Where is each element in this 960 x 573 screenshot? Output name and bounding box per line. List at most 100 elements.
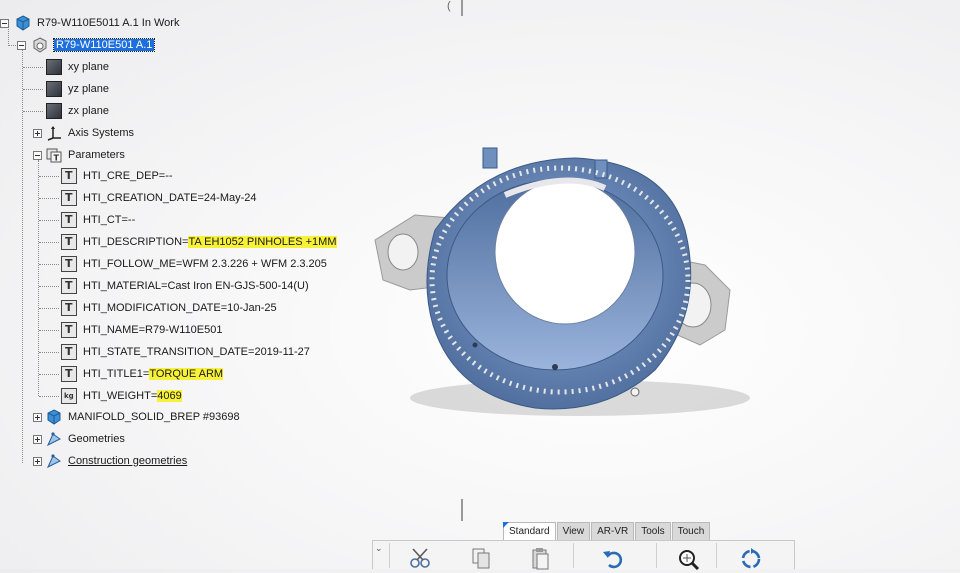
text-parameter-icon bbox=[61, 366, 77, 382]
panel-splitter-bottom[interactable] bbox=[461, 499, 463, 521]
expand-toggle[interactable] bbox=[33, 434, 42, 444]
small-hole bbox=[472, 342, 478, 348]
parameters-folder-icon: T bbox=[46, 147, 62, 163]
parameter-label: HTI_MODIFICATION_DATE=10-Jan-25 bbox=[83, 302, 277, 314]
tree-brep[interactable]: MANIFOLD_SOLID_BREP #93698 bbox=[33, 407, 240, 427]
parameter-label: HTI_CT=-- bbox=[83, 214, 136, 226]
parameter-label: HTI_DESCRIPTION=TA EH1052 PINHOLES +1MM bbox=[83, 236, 337, 248]
parameter-item[interactable]: HTI_CT=-- bbox=[61, 210, 135, 230]
plane-icon bbox=[46, 81, 62, 97]
text-parameter-icon bbox=[61, 212, 77, 228]
text-parameter-icon bbox=[61, 344, 77, 360]
tree-yz-plane[interactable]: yz plane bbox=[46, 79, 109, 99]
tree-part-node[interactable]: R79-W110E501 A.1 bbox=[17, 35, 156, 55]
parameter-item[interactable]: HTI_MODIFICATION_DATE=10-Jan-25 bbox=[61, 298, 277, 318]
parameter-label: HTI_WEIGHT=4069 bbox=[83, 390, 182, 402]
tree-axis-systems[interactable]: Axis Systems bbox=[33, 123, 134, 143]
tree-line bbox=[38, 160, 39, 396]
parameter-item[interactable]: HTI_CRE_DEP=-- bbox=[61, 166, 173, 186]
standard-toolbar: ⌄ bbox=[372, 540, 795, 571]
toolbar-separator bbox=[656, 543, 657, 568]
tree-xy-plane[interactable]: xy plane bbox=[46, 57, 109, 77]
tree-label: Geometries bbox=[68, 433, 125, 445]
active-tab-marker bbox=[503, 522, 509, 528]
parameter-item[interactable]: HTI_TITLE1=TORQUE ARM bbox=[61, 364, 224, 384]
parameter-item[interactable]: HTI_STATE_TRANSITION_DATE=2019-11-27 bbox=[61, 342, 310, 362]
cut-icon bbox=[410, 548, 430, 568]
tree-label: Axis Systems bbox=[68, 127, 135, 139]
parameter-label: HTI_MATERIAL=Cast Iron EN-GJS-500-14(U) bbox=[83, 280, 309, 292]
tree-root-node[interactable]: R79-W110E5011 A.1 In Work bbox=[0, 13, 179, 33]
zoom-fit-icon bbox=[679, 550, 700, 571]
expand-toggle[interactable] bbox=[33, 128, 42, 138]
parameter-value-highlighted: TA EH1052 PINHOLES +1MM bbox=[188, 236, 337, 248]
tree-zx-plane[interactable]: zx plane bbox=[46, 101, 109, 121]
paste-button[interactable] bbox=[527, 546, 555, 570]
tree-label: Construction geometries bbox=[68, 455, 188, 467]
text-parameter-icon bbox=[61, 190, 77, 206]
torque-arm-model bbox=[374, 147, 750, 416]
tree-line bbox=[23, 111, 43, 112]
part-icon bbox=[32, 37, 48, 53]
collapse-toggle[interactable] bbox=[17, 40, 26, 50]
collapse-toggle[interactable] bbox=[0, 18, 9, 28]
undo-button[interactable] bbox=[599, 546, 627, 570]
geometrical-set-icon bbox=[46, 453, 62, 469]
tab-standard[interactable]: Standard bbox=[503, 522, 556, 541]
expand-toggle[interactable] bbox=[33, 412, 42, 422]
weight-parameter-icon bbox=[61, 388, 77, 404]
parameter-item[interactable]: HTI_MATERIAL=Cast Iron EN-GJS-500-14(U) bbox=[61, 276, 309, 296]
panel-splitter-top[interactable] bbox=[461, 0, 463, 16]
plane-label: xy plane bbox=[68, 61, 109, 73]
text-parameter-icon bbox=[61, 322, 77, 338]
tab-view[interactable]: View bbox=[556, 522, 591, 541]
scroll-arc-icon: ( bbox=[447, 0, 451, 12]
solid-body-icon bbox=[46, 409, 62, 425]
3d-viewport[interactable] bbox=[355, 140, 755, 440]
parameter-value-highlighted: 4069 bbox=[157, 390, 182, 402]
text-parameter-icon bbox=[61, 234, 77, 250]
parameter-item[interactable]: HTI_FOLLOW_ME=WFM 2.3.226 + WFM 2.3.205 bbox=[61, 254, 327, 274]
tree-root-label: R79-W110E5011 A.1 In Work bbox=[37, 17, 180, 29]
small-hole bbox=[552, 364, 558, 370]
product-icon bbox=[15, 15, 31, 31]
tree-geometries[interactable]: Geometries bbox=[33, 429, 125, 449]
svg-text:T: T bbox=[54, 154, 60, 163]
parameter-item[interactable]: HTI_NAME=R79-W110E501 bbox=[61, 320, 223, 340]
text-parameter-icon bbox=[61, 300, 77, 316]
tab-ar-vr[interactable]: AR-VR bbox=[591, 522, 635, 541]
cut-button[interactable] bbox=[407, 546, 435, 570]
parameter-key: HTI_DESCRIPTION= bbox=[83, 236, 189, 248]
paste-icon bbox=[532, 548, 549, 570]
parameter-item[interactable]: HTI_DESCRIPTION=TA EH1052 PINHOLES +1MM bbox=[61, 232, 337, 252]
undo-icon bbox=[603, 551, 623, 569]
chevron-down-icon[interactable]: ⌄ bbox=[375, 543, 385, 553]
plane-label: yz plane bbox=[68, 83, 109, 95]
tree-construction-geometries[interactable]: Construction geometries bbox=[33, 451, 187, 471]
zoom-fit-button[interactable] bbox=[675, 546, 703, 571]
copy-button[interactable] bbox=[467, 546, 495, 570]
left-pinhole bbox=[387, 233, 419, 271]
tree-label: Parameters bbox=[68, 149, 125, 161]
small-hole bbox=[630, 387, 640, 397]
parameter-value-highlighted: TORQUE ARM bbox=[149, 368, 224, 380]
text-parameter-icon bbox=[61, 256, 77, 272]
parameter-label: HTI_TITLE1=TORQUE ARM bbox=[83, 368, 224, 380]
tree-line bbox=[23, 67, 43, 68]
center-hole bbox=[494, 179, 636, 325]
parameter-item[interactable]: HTI_WEIGHT=4069 bbox=[61, 386, 182, 406]
tree-parameters[interactable]: T Parameters bbox=[33, 145, 125, 165]
toolbar-separator bbox=[716, 543, 717, 568]
tree-part-label: R79-W110E501 A.1 bbox=[52, 38, 156, 52]
refresh-button[interactable] bbox=[737, 546, 765, 570]
tab-tools[interactable]: Tools bbox=[635, 522, 671, 541]
parameter-key: HTI_WEIGHT= bbox=[83, 390, 158, 402]
plane-icon bbox=[46, 59, 62, 75]
expand-toggle[interactable] bbox=[33, 456, 42, 466]
text-parameter-icon bbox=[61, 278, 77, 294]
collapse-toggle[interactable] bbox=[33, 150, 42, 160]
axis-system-icon bbox=[46, 125, 62, 141]
parameter-label: HTI_CRE_DEP=-- bbox=[83, 170, 173, 182]
parameter-item[interactable]: HTI_CREATION_DATE=24-May-24 bbox=[61, 188, 257, 208]
tab-touch[interactable]: Touch bbox=[671, 522, 711, 541]
